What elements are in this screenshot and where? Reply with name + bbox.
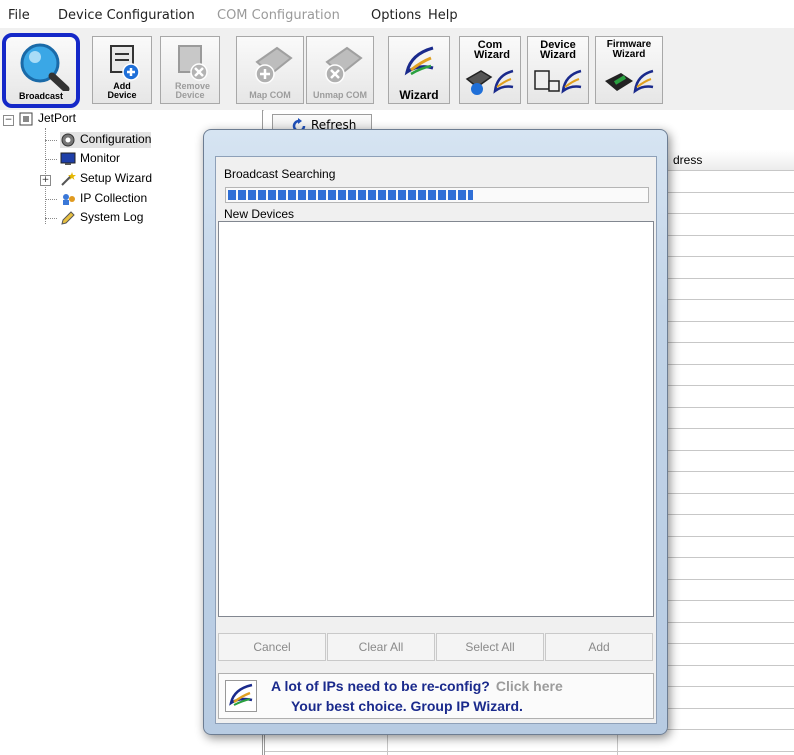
magnifier-icon bbox=[20, 43, 70, 91]
firmware-wizard-button[interactable]: Firmware Wizard bbox=[595, 36, 663, 104]
banner-question: A lot of IPs need to be re-config? Click … bbox=[271, 678, 563, 694]
wizard-icon bbox=[225, 680, 257, 712]
map-com-label: Map COM bbox=[249, 90, 291, 100]
add-device-button[interactable]: Add Device bbox=[92, 36, 152, 104]
magic-wand-icon bbox=[61, 172, 76, 186]
menu-help[interactable]: Help bbox=[428, 8, 458, 23]
remove-device-icon bbox=[178, 45, 208, 81]
new-devices-list[interactable] bbox=[218, 221, 654, 617]
broadcast-label: Broadcast bbox=[18, 91, 63, 101]
wizard-label: Wizard bbox=[399, 88, 439, 102]
menu-options[interactable]: Options bbox=[371, 8, 421, 23]
map-com-icon bbox=[255, 46, 293, 84]
remove-device-button[interactable]: Remove Device bbox=[160, 36, 220, 104]
table-row bbox=[265, 751, 794, 752]
menu-device-configuration[interactable]: Device Configuration bbox=[58, 8, 195, 23]
broadcast-progress-bar bbox=[225, 187, 649, 203]
banner-tagline: Your best choice. Group IP Wizard. bbox=[291, 698, 523, 714]
group-ip-wizard-banner[interactable]: A lot of IPs need to be re-config? Click … bbox=[218, 673, 654, 719]
tree-item-configuration-label: Configuration bbox=[80, 132, 152, 147]
add-device-label: Add Device bbox=[107, 81, 137, 100]
menu-bar: File Device Configuration COM Configurat… bbox=[0, 0, 794, 28]
remove-device-label: Remove Device bbox=[175, 81, 211, 100]
map-com-button[interactable]: Map COM bbox=[236, 36, 304, 104]
wizard-icon bbox=[404, 46, 434, 76]
click-here-link[interactable]: Click here bbox=[496, 678, 563, 694]
tree-connector bbox=[45, 199, 57, 200]
progress-label: Broadcast Searching bbox=[224, 167, 336, 181]
firmware-wizard-icon bbox=[605, 69, 654, 94]
firmware-wizard-label: Firmware Wizard bbox=[606, 39, 652, 60]
tree-connector bbox=[45, 159, 57, 160]
tree-connector bbox=[45, 218, 57, 219]
tree-item-monitor-label: Monitor bbox=[80, 151, 121, 166]
unmap-com-label: Unmap COM bbox=[313, 90, 367, 100]
tree-collapse-toggle[interactable]: − bbox=[3, 115, 14, 126]
tree-root-label: JetPort bbox=[38, 111, 77, 126]
tree-connector bbox=[45, 140, 57, 141]
gear-icon bbox=[61, 133, 75, 147]
add-button[interactable]: Add bbox=[545, 633, 653, 661]
com-wizard-label: Com Wizard bbox=[474, 39, 510, 61]
tree-item-monitor[interactable]: Monitor bbox=[60, 151, 120, 167]
unmap-com-icon bbox=[325, 46, 363, 84]
pencil-icon bbox=[61, 211, 75, 225]
clear-all-button[interactable]: Clear All bbox=[327, 633, 435, 661]
menu-com-configuration[interactable]: COM Configuration bbox=[217, 8, 340, 23]
dialog-content: Broadcast Searching New Devices Cancel C… bbox=[215, 156, 657, 724]
tree-item-system-log[interactable]: System Log bbox=[60, 210, 143, 226]
tree-item-setup-wizard[interactable]: Setup Wizard bbox=[60, 171, 152, 187]
broadcast-search-dialog: Broadcast Searching New Devices Cancel C… bbox=[203, 129, 668, 735]
tree-expand-toggle[interactable]: + bbox=[40, 175, 51, 186]
com-wizard-button[interactable]: Com Wizard bbox=[459, 36, 521, 104]
monitor-icon bbox=[60, 152, 76, 165]
dialog-button-row: Cancel Clear All Select All Add bbox=[218, 633, 654, 661]
device-wizard-label: Device Wizard bbox=[540, 39, 576, 61]
menu-file[interactable]: File bbox=[8, 8, 30, 23]
select-all-button[interactable]: Select All bbox=[436, 633, 544, 661]
tree-root-jetport[interactable]: JetPort bbox=[18, 111, 76, 127]
device-icon bbox=[19, 112, 33, 126]
device-wizard-button[interactable]: Device Wizard bbox=[527, 36, 589, 104]
tree-item-ip-collection[interactable]: IP Collection bbox=[60, 191, 147, 207]
broadcast-button[interactable]: Broadcast bbox=[2, 33, 80, 108]
new-devices-label: New Devices bbox=[224, 207, 295, 221]
banner-question-text: A lot of IPs need to be re-config? bbox=[271, 678, 490, 694]
grid-header-address: dress bbox=[673, 153, 703, 167]
progress-fill bbox=[228, 190, 473, 200]
tree-item-system-log-label: System Log bbox=[80, 210, 144, 225]
cancel-button[interactable]: Cancel bbox=[218, 633, 326, 661]
toolbar: Broadcast Add Device Remove Device Map C… bbox=[0, 28, 794, 111]
wizard-button[interactable]: Wizard bbox=[388, 36, 450, 104]
com-wizard-icon bbox=[465, 69, 514, 95]
ip-collection-icon bbox=[63, 194, 75, 205]
device-wizard-icon bbox=[534, 69, 582, 94]
tree-item-configuration[interactable]: Configuration bbox=[60, 132, 152, 148]
tree-item-setup-wizard-label: Setup Wizard bbox=[80, 171, 153, 186]
unmap-com-button[interactable]: Unmap COM bbox=[306, 36, 374, 104]
add-device-icon bbox=[110, 45, 140, 81]
tree-item-ip-collection-label: IP Collection bbox=[80, 191, 148, 206]
